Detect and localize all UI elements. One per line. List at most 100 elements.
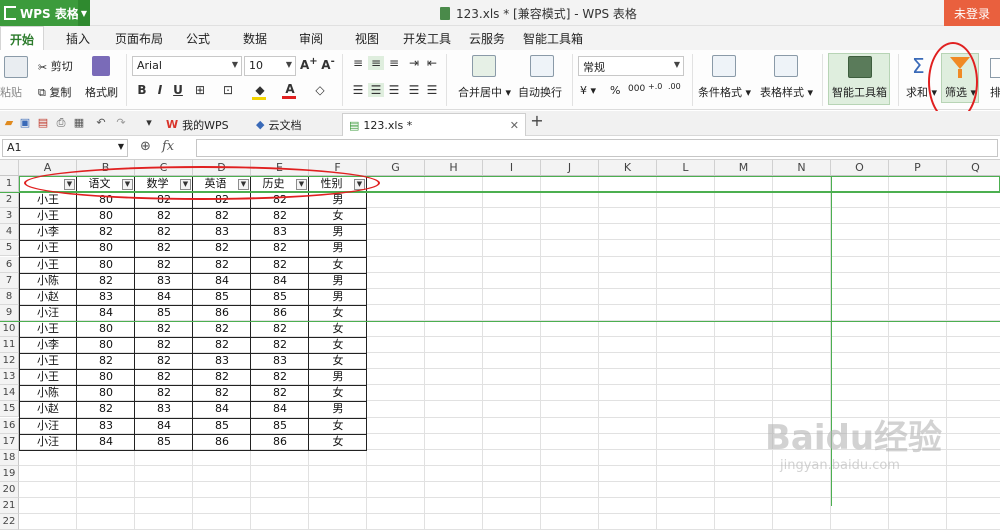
table-cell[interactable]: 86 [193, 305, 251, 321]
login-button[interactable]: 未登录 [944, 0, 1000, 26]
redo-icon[interactable]: ↷ [114, 116, 128, 130]
tab-page-layout[interactable]: 页面布局 [115, 30, 163, 47]
table-cell[interactable]: 82 [135, 208, 193, 224]
table-cell[interactable]: 82 [193, 337, 251, 353]
smart-toolbox-button[interactable]: 智能工具箱 [832, 84, 887, 100]
table-cell[interactable]: 80 [77, 257, 135, 273]
table-cell[interactable]: 82 [251, 321, 309, 337]
indent-icon[interactable]: ⇥ [406, 56, 422, 70]
table-cell[interactable]: 女 [309, 257, 367, 273]
tab-cloud[interactable]: 云服务 [469, 30, 505, 47]
number-format-select[interactable]: 常规 ▼ [578, 56, 684, 76]
table-cell[interactable]: 82 [77, 273, 135, 289]
outdent-icon[interactable]: ⇤ [424, 56, 440, 70]
tab-data[interactable]: 数据 [243, 30, 267, 47]
table-cell[interactable]: 82 [193, 208, 251, 224]
merge-center-icon[interactable] [472, 55, 496, 77]
row-header[interactable]: 5 [0, 240, 19, 257]
align-right-icon[interactable]: ☰ [386, 83, 402, 97]
formula-input[interactable] [196, 139, 998, 157]
table-cell[interactable]: 小汪 [19, 418, 77, 434]
decrease-decimal-button[interactable]: .00 [668, 82, 681, 91]
row-header[interactable]: 7 [0, 272, 19, 289]
cell-style-icon[interactable]: ⊡ [220, 83, 236, 97]
wrap-text-button[interactable]: 自动换行 [518, 84, 562, 100]
table-cell[interactable]: 男 [309, 289, 367, 305]
table-cell[interactable]: 85 [193, 289, 251, 305]
table-cell[interactable]: 82 [135, 353, 193, 369]
table-cell[interactable]: 82 [193, 240, 251, 256]
currency-icon[interactable]: ¥ ▾ [580, 84, 596, 97]
table-cell[interactable]: 85 [251, 418, 309, 434]
column-header[interactable]: H [425, 160, 483, 176]
select-all-corner[interactable] [0, 160, 19, 176]
font-color-icon[interactable]: A [282, 82, 298, 99]
row-header[interactable]: 8 [0, 288, 19, 305]
decrease-font-icon[interactable]: A- [320, 56, 336, 72]
format-painter-icon[interactable] [92, 56, 110, 76]
row-header[interactable]: 3 [0, 208, 19, 225]
table-cell[interactable]: 小汪 [19, 434, 77, 450]
table-cell[interactable]: 85 [251, 289, 309, 305]
chevron-down-icon[interactable]: ▼ [78, 0, 90, 26]
table-cell[interactable]: 男 [309, 240, 367, 256]
distributed-icon[interactable]: ☰ [424, 83, 440, 97]
bold-icon[interactable]: B [134, 83, 150, 97]
table-cell[interactable]: 82 [251, 337, 309, 353]
column-header[interactable]: O [831, 160, 889, 176]
table-cell[interactable]: 82 [135, 321, 193, 337]
underline-icon[interactable]: U [170, 83, 186, 97]
table-cell[interactable]: 85 [193, 418, 251, 434]
tab-formulas[interactable]: 公式 [186, 30, 210, 47]
table-cell[interactable]: 女 [309, 418, 367, 434]
row-header[interactable]: 13 [0, 369, 19, 386]
table-cell[interactable]: 83 [251, 353, 309, 369]
thousands-button[interactable]: 000 [628, 84, 645, 94]
table-cell[interactable]: 84 [77, 434, 135, 450]
print-icon[interactable]: ⎙ [54, 116, 68, 130]
table-cell[interactable]: 84 [193, 273, 251, 289]
row-header[interactable]: 21 [0, 498, 19, 515]
table-cell[interactable]: 82 [251, 208, 309, 224]
table-cell[interactable]: 小赵 [19, 401, 77, 417]
table-cell[interactable]: 82 [193, 257, 251, 273]
table-cell[interactable]: 小王 [19, 208, 77, 224]
italic-icon[interactable]: I [152, 83, 168, 97]
table-cell[interactable]: 82 [77, 353, 135, 369]
sigma-icon[interactable]: Σ [912, 54, 925, 78]
font-name-select[interactable]: Arial ▼ [132, 56, 242, 76]
doc-tab-my-wps[interactable]: W 我的WPS [160, 113, 235, 136]
zoom-icon[interactable]: ⊕ [140, 139, 151, 154]
table-style-icon[interactable] [774, 55, 798, 77]
row-header[interactable]: 16 [0, 417, 19, 434]
align-top-icon[interactable]: ≡ [350, 56, 366, 70]
table-cell[interactable]: 83 [77, 418, 135, 434]
toolbox-icon[interactable] [848, 56, 872, 78]
row-header[interactable]: 20 [0, 481, 19, 498]
table-cell[interactable]: 83 [135, 401, 193, 417]
chevron-down-icon[interactable]: ▾ [142, 116, 156, 130]
table-cell[interactable]: 82 [77, 224, 135, 240]
tab-review[interactable]: 审阅 [299, 30, 323, 47]
tab-smart-toolbox[interactable]: 智能工具箱 [523, 30, 583, 47]
cut-button[interactable]: ✂ 剪切 [38, 58, 73, 74]
table-cell[interactable]: 82 [193, 385, 251, 401]
merge-center-button[interactable]: 合并居中 ▾ [458, 84, 511, 100]
column-header[interactable]: L [657, 160, 715, 176]
table-cell[interactable]: 女 [309, 305, 367, 321]
table-cell[interactable]: 男 [309, 273, 367, 289]
table-cell[interactable]: 86 [251, 434, 309, 450]
table-cell[interactable]: 小王 [19, 240, 77, 256]
column-header[interactable]: N [773, 160, 831, 176]
table-cell[interactable]: 女 [309, 337, 367, 353]
close-icon[interactable]: ✕ [510, 119, 519, 132]
row-header[interactable]: 12 [0, 353, 19, 370]
fill-color-icon[interactable]: ◆ [252, 83, 268, 100]
paste-icon[interactable] [4, 56, 28, 78]
table-cell[interactable]: 83 [193, 353, 251, 369]
table-cell[interactable]: 男 [309, 401, 367, 417]
table-cell[interactable]: 83 [77, 289, 135, 305]
row-header[interactable]: 17 [0, 433, 19, 450]
table-cell[interactable]: 女 [309, 353, 367, 369]
align-middle-icon[interactable]: ≡ [368, 56, 384, 70]
